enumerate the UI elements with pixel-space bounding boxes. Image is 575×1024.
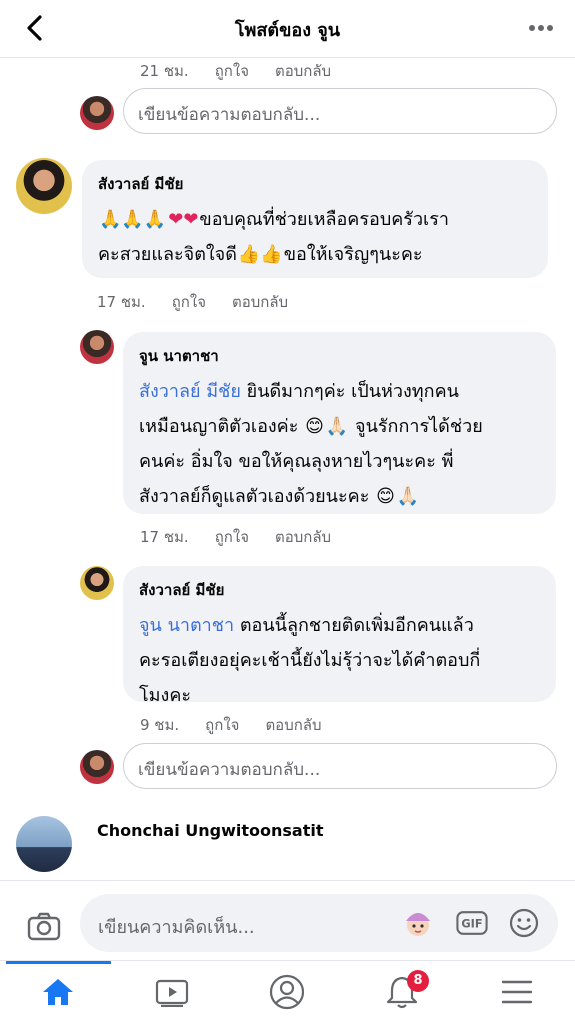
thumbs-up-emoji: 👍👍 (237, 244, 283, 265)
comment-actions: 9 ชม. ถูกใจ ตอบกลับ (140, 713, 322, 737)
avatar (16, 158, 72, 214)
reply-link[interactable]: ตอบกลับ (232, 290, 288, 314)
hamburger-menu-icon (501, 980, 533, 1004)
more-icon (529, 25, 553, 31)
reply-author[interactable]: สังวาลย์ มีชัย (139, 578, 540, 602)
avatar-sticker-icon (406, 913, 430, 936)
page-title: โพสต์ของ จูน (234, 20, 341, 41)
comment-author[interactable]: สังวาลย์ มีชัย (98, 172, 532, 196)
comment-time: 17 ชม. (97, 293, 146, 311)
reply-text-line: ตอนนี้ลูกชายติดเพิ่มอีกคนแล้ว (234, 615, 474, 636)
like-link[interactable]: ถูกใจ (215, 59, 249, 83)
comment-time: 9 ชม. (140, 716, 180, 734)
reply-text-line: สังวาลย์ก็ดูแลตัวเองด้วยนะคะ (139, 486, 376, 507)
like-link[interactable]: ถูกใจ (205, 713, 239, 737)
comment-composer[interactable]: เขียนความคิดเห็น... GIF (80, 894, 558, 952)
smile-emoji: 😊 (305, 416, 324, 437)
reply-bubble: สังวาลย์ มีชัย จูน นาตาชา ตอนนี้ลูกชายติ… (123, 566, 556, 706)
camera-icon (27, 912, 61, 941)
comment-bubble: สังวาลย์ มีชัย 🙏🙏🙏 ❤❤ขอบคุณที่ช่วยเหลือคร… (82, 160, 548, 278)
comment-actions: 21 ชม. ถูกใจ ตอบกลับ (140, 59, 331, 83)
comment-text: 🙏🙏🙏 ❤❤ขอบคุณที่ช่วยเหลือครอบครัวเรา คะสวย… (98, 202, 532, 272)
video-icon (155, 979, 189, 1007)
smiley-icon (509, 908, 539, 938)
reply-author[interactable]: จูน นาตาชา (139, 344, 540, 368)
reply-text-line: จูนรักการได้ช่วย (349, 416, 483, 437)
avatar (80, 96, 114, 130)
reply-input[interactable]: เขียนข้อความตอบกลับ... (123, 743, 557, 789)
reply-text-line: ยินดีมากๆค่ะ เป็นห่วงทุกคน (240, 381, 459, 402)
profile-icon (269, 974, 305, 1010)
mention-link[interactable]: จูน นาตาชา (139, 615, 234, 636)
praying-hands-emoji: 🙏🏻 (396, 486, 420, 507)
avatar (80, 750, 114, 784)
reply-text: จูน นาตาชา ตอนนี้ลูกชายติดเพิ่มอีกคนแล้ว… (139, 608, 540, 713)
gif-icon: GIF (456, 911, 488, 935)
reply-input[interactable]: เขียนข้อความตอบกลับ... (123, 88, 557, 134)
comment-time: 21 ชม. (140, 62, 189, 80)
reply-text-line: คนค่ะ อิ่มใจ ขอให้คุณลุงหายไวๆนะคะ พี่ (139, 451, 454, 472)
comment-text-line: คะสวยและจิตใจดี (98, 244, 237, 265)
smile-emoji: 😊 (376, 486, 395, 507)
praying-hands-emoji: 🙏🙏🙏 (99, 209, 167, 230)
avatar-sticker-button[interactable] (402, 907, 434, 939)
reply-text-line: โมงคะ (139, 685, 192, 706)
praying-hands-emoji: 🙏🏻 (325, 416, 349, 437)
like-link[interactable]: ถูกใจ (172, 290, 206, 314)
avatar (80, 566, 114, 600)
reply-link[interactable]: ตอบกลับ (265, 713, 321, 737)
gif-label: GIF (461, 918, 482, 931)
nav-profile[interactable] (267, 972, 307, 1012)
heart-emoji: ❤❤ (168, 209, 199, 230)
comment-text-line: ขอบคุณที่ช่วยเหลือครอบครัวเรา (199, 209, 449, 230)
emoji-button[interactable] (508, 907, 540, 939)
like-link[interactable]: ถูกใจ (215, 525, 249, 549)
active-tab-indicator (6, 961, 111, 964)
comment-author[interactable]: Chonchai Ungwitoonsatit (97, 821, 323, 840)
reply-text: สังวาลย์ มีชัย ยินดีมากๆค่ะ เป็นห่วงทุกค… (139, 374, 540, 514)
comment-actions: 17 ชม. ถูกใจ ตอบกลับ (140, 525, 331, 549)
divider (0, 880, 575, 881)
home-icon (43, 979, 73, 1005)
comment-time: 17 ชม. (140, 528, 189, 546)
reply-text-line: เหมือนญาติตัวเองค่ะ (139, 416, 305, 437)
more-options-button[interactable] (525, 14, 557, 42)
reply-link[interactable]: ตอบกลับ (275, 59, 331, 83)
reply-link[interactable]: ตอบกลับ (275, 525, 331, 549)
nav-menu[interactable] (497, 972, 537, 1012)
comment-actions: 17 ชม. ถูกใจ ตอบกลับ (97, 290, 288, 314)
notification-badge: 8 (407, 970, 429, 992)
avatar (16, 816, 72, 872)
gif-button[interactable]: GIF (456, 907, 488, 939)
avatar (80, 330, 114, 364)
reply-text-line: คะรอเตียงอยุ่คะเช้านี้ยังไม่รุ้ว่าจะได้ค… (139, 650, 481, 671)
comment-text-line: ขอให้เจริญๆนะคะ (283, 244, 423, 265)
nav-home[interactable] (38, 972, 78, 1012)
reply-bubble: จูน นาตาชา สังวาลย์ มีชัย ยินดีมากๆค่ะ เ… (123, 332, 556, 514)
mention-link[interactable]: สังวาลย์ มีชัย (139, 381, 241, 402)
comment-input[interactable]: เขียนความคิดเห็น... (98, 912, 255, 941)
nav-watch[interactable] (152, 972, 192, 1012)
camera-button[interactable] (24, 906, 64, 946)
